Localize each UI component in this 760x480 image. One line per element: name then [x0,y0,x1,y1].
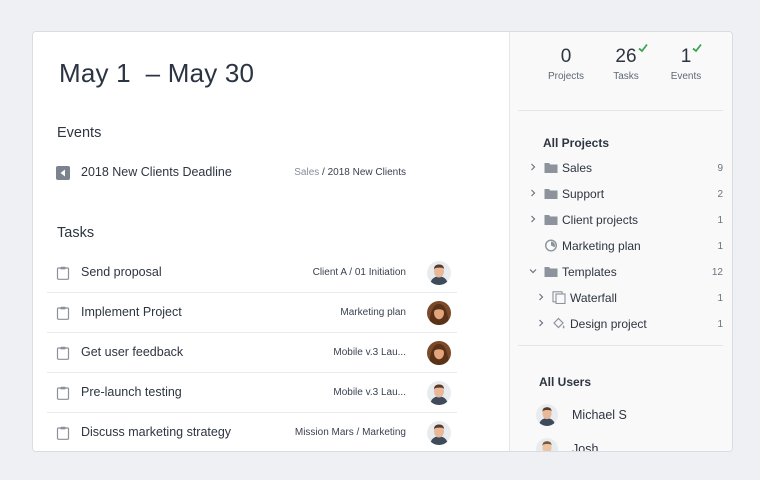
project-name: Waterfall [570,291,617,305]
avatar [536,404,558,426]
project-name: Client projects [562,213,639,227]
events-section-title: Events [57,125,102,141]
stat-label: Tasks [613,71,639,82]
date-range-title: May 1 – May 30 [59,58,255,88]
event-title: 2018 New Clients Deadline [81,165,232,179]
user-name: Michael S [572,408,627,422]
project-count: 1 [717,319,723,330]
project-name: Sales [562,161,593,175]
clipboard-icon [56,386,70,400]
stat-tasks[interactable]: 26 Tasks [596,43,656,82]
task-title: Discuss marketing strategy [81,425,232,439]
task-breadcrumb: Mission Mars / Marketing [294,427,406,438]
task-row[interactable]: Discuss marketing strategy Mission Mars … [47,413,457,451]
task-row[interactable]: Get user feedback Mobile v.3 Lau... [47,333,457,373]
stat-value: 0 [560,46,572,67]
project-progress-icon [544,239,558,252]
projects-sidebar: 0 Projects 26 Tasks 1 Events All Project… [509,32,732,452]
user-item[interactable]: Michael S [536,404,726,434]
paint-bucket-icon [553,317,565,329]
project-item-waterfall[interactable]: Waterfall 1 [510,285,732,311]
all-projects-title: All Projects [543,136,610,150]
project-item-design-project[interactable]: Design project 1 [510,311,732,337]
event-row[interactable]: 2018 New Clients Deadline Sales / 2018 N… [47,153,457,193]
stat-label: Events [670,71,702,82]
user-name: Josh [572,442,599,452]
project-name: Support [562,187,605,201]
folder-icon [544,163,558,173]
project-count: 2 [717,189,723,200]
avatar[interactable] [427,381,451,405]
avatar[interactable] [427,261,451,285]
task-breadcrumb: Marketing plan [340,307,406,318]
task-title: Get user feedback [81,345,184,359]
chevron-right-icon[interactable] [529,215,537,223]
stat-label: Projects [547,71,585,82]
task-title: Implement Project [81,305,182,319]
event-breadcrumb: Sales / 2018 New Clients [294,167,406,178]
project-count: 12 [711,267,723,278]
project-item-client-projects[interactable]: Client projects 1 [510,207,732,233]
project-name: Design project [570,317,647,331]
task-breadcrumb: Client A / 01 Initiation [312,267,406,278]
task-title: Pre-launch testing [81,385,182,399]
project-count: 1 [717,215,723,226]
stat-value: 1 [681,43,702,68]
chevron-right-icon[interactable] [537,319,545,327]
chevron-right-icon[interactable] [529,163,537,171]
clipboard-icon [56,426,70,440]
folder-icon [544,267,558,277]
template-icon [552,291,566,304]
stat-events[interactable]: 1 Events [656,43,716,82]
tasks-section-title: Tasks [57,225,95,241]
task-breadcrumb: Mobile v.3 Lau... [333,387,406,398]
project-item-templates[interactable]: Templates 12 [510,259,732,285]
chevron-down-icon[interactable] [529,267,537,275]
avatar[interactable] [427,421,451,445]
clipboard-icon [56,346,70,360]
task-row[interactable]: Pre-launch testing Mobile v.3 Lau... [47,373,457,413]
avatar[interactable] [427,301,451,325]
agenda-pane: May 1 – May 30 Events 2018 New Clients D… [33,32,508,451]
project-item-marketing-plan[interactable]: Marketing plan 1 [510,233,732,259]
dashboard-card: May 1 – May 30 Events 2018 New Clients D… [32,31,733,452]
divider [518,345,723,346]
chevron-right-icon[interactable] [529,189,537,197]
project-name: Marketing plan [562,239,641,253]
task-breadcrumb: Mobile v.3 Lau... [333,347,406,358]
stat-projects[interactable]: 0 Projects [536,46,596,82]
clipboard-icon [56,306,70,320]
folder-icon [544,215,558,225]
divider [518,110,723,111]
folder-icon [544,189,558,199]
user-item[interactable]: Josh [536,438,726,452]
all-users-title: All Users [539,375,592,389]
project-name: Templates [562,265,617,279]
project-item-support[interactable]: Support 2 [510,181,732,207]
task-row[interactable]: Implement Project Marketing plan [47,293,457,333]
event-flag-icon [56,166,70,180]
project-count: 9 [717,163,723,174]
check-icon [692,43,702,53]
task-title: Send proposal [81,265,162,279]
project-item-sales[interactable]: Sales 9 [510,155,732,181]
stat-value: 26 [615,43,648,68]
avatar [536,438,558,451]
project-count: 1 [717,241,723,252]
project-count: 1 [717,293,723,304]
clipboard-icon [56,266,70,280]
check-icon [637,43,648,53]
task-row[interactable]: Send proposal Client A / 01 Initiation [47,253,457,293]
avatar[interactable] [427,341,451,365]
chevron-right-icon[interactable] [537,293,545,301]
